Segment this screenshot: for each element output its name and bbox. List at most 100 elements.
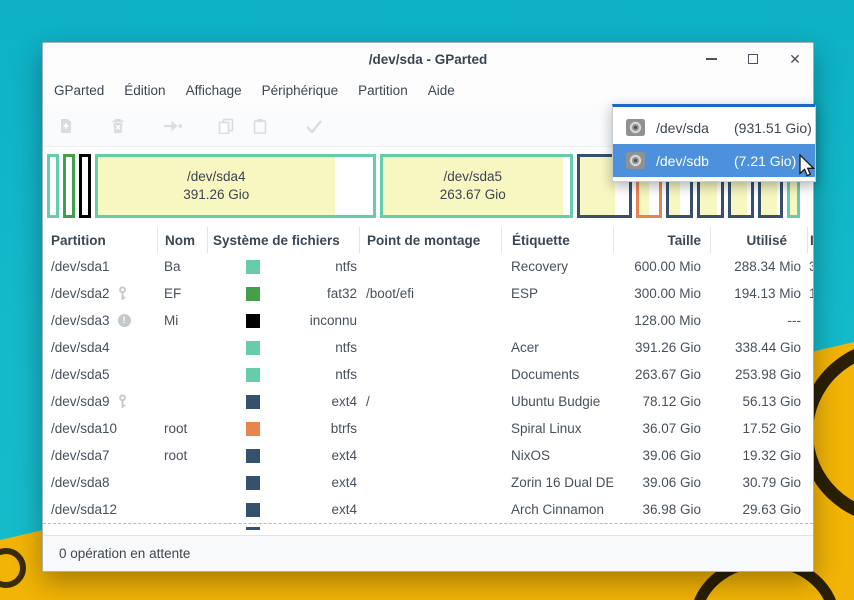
fs-type: inconnu bbox=[260, 313, 359, 328]
partition-block[interactable] bbox=[47, 154, 59, 218]
partition-label: NixOS bbox=[501, 442, 613, 469]
col-taille[interactable]: Taille bbox=[613, 227, 710, 253]
minimize-button[interactable] bbox=[703, 51, 719, 67]
menu-aide[interactable]: Aide bbox=[418, 78, 465, 103]
partition-block-name: /dev/sda4 bbox=[187, 168, 246, 186]
partition-label: Acer bbox=[501, 334, 613, 361]
col-inutilise[interactable]: Inutilisé bbox=[807, 227, 814, 253]
partition-block[interactable]: /dev/sda4 391.26 Gio bbox=[95, 154, 376, 218]
partition-unused bbox=[807, 496, 813, 523]
titlebar[interactable]: /dev/sda - GParted ✕ bbox=[43, 43, 813, 75]
delete-partition-button[interactable] bbox=[105, 113, 131, 139]
resize-move-icon bbox=[162, 118, 183, 134]
col-etiquette[interactable]: Étiquette bbox=[501, 227, 613, 253]
menu-gparted[interactable]: GParted bbox=[44, 78, 114, 103]
partition-block-name: /dev/sda5 bbox=[443, 168, 502, 186]
statusbar: 0 opération en attente bbox=[43, 535, 813, 571]
row-state-icon: ! bbox=[118, 314, 131, 327]
partition-free-space bbox=[335, 157, 374, 215]
copy-button[interactable] bbox=[213, 113, 239, 139]
partition-block-size: 263.67 Gio bbox=[440, 186, 506, 204]
table-row[interactable]: /dev/sda8 ext4 Zorin 16 Dual DE 39.06 Gi… bbox=[43, 469, 813, 496]
table-row[interactable]: /dev/sda3! Mi inconnu 128.00 Mio --- bbox=[43, 307, 813, 334]
mouse-cursor bbox=[796, 154, 818, 178]
col-point-montage[interactable]: Point de montage bbox=[359, 227, 501, 253]
partition-block[interactable]: /dev/sda5 263.67 Gio bbox=[380, 154, 573, 218]
apply-operations-button[interactable] bbox=[301, 113, 327, 139]
resize-move-button[interactable] bbox=[159, 113, 185, 139]
menu-peripherique[interactable]: Périphérique bbox=[252, 78, 349, 103]
row-state-icon bbox=[118, 286, 127, 301]
partition-block[interactable] bbox=[79, 154, 91, 218]
minimize-icon bbox=[706, 58, 717, 60]
window-controls: ✕ bbox=[703, 43, 803, 75]
table-row[interactable]: /dev/sda5 ntfs Documents 263.67 Gio 253.… bbox=[43, 361, 813, 388]
harddisk-icon bbox=[625, 117, 646, 138]
col-utilise[interactable]: Utilisé bbox=[710, 227, 807, 253]
close-button[interactable]: ✕ bbox=[787, 51, 803, 67]
menu-partition[interactable]: Partition bbox=[348, 78, 418, 103]
maximize-button[interactable] bbox=[745, 51, 761, 67]
partition-nom bbox=[157, 469, 207, 496]
partition-used: 253.98 Gio bbox=[710, 361, 807, 388]
table-row[interactable]: /dev/sda12 ext4 Arch Cinnamon 36.98 Gio … bbox=[43, 496, 813, 523]
partition-nom: root bbox=[157, 442, 207, 469]
table-row[interactable]: /dev/sda7 root ext4 NixOS 39.06 Gio 19.3… bbox=[43, 442, 813, 469]
partition-name: /dev/sda1 bbox=[51, 259, 110, 274]
partition-nom bbox=[157, 334, 207, 361]
mount-point: / bbox=[359, 388, 501, 415]
fs-color-swatch bbox=[246, 341, 260, 355]
key-icon bbox=[118, 286, 127, 301]
fs-type: fat32 bbox=[260, 286, 359, 301]
partition-nom bbox=[157, 361, 207, 388]
device-size: (931.51 Gio) bbox=[734, 120, 815, 136]
col-nom[interactable]: Nom bbox=[157, 227, 207, 253]
partition-free-space bbox=[50, 157, 56, 215]
partition-size: 36.07 Gio bbox=[613, 415, 710, 442]
table-row[interactable]: /dev/sda4 ntfs Acer 391.26 Gio 338.44 Gi… bbox=[43, 334, 813, 361]
fs-color-swatch bbox=[246, 476, 260, 490]
partition-size: 263.67 Gio bbox=[613, 361, 710, 388]
fs-color-swatch bbox=[246, 503, 260, 517]
partition-block[interactable] bbox=[63, 154, 75, 218]
partition-used: 56.13 Gio bbox=[710, 388, 807, 415]
partition-block-size: 391.26 Gio bbox=[183, 186, 249, 204]
menu-edition[interactable]: Édition bbox=[114, 78, 175, 103]
partition-label: Documents bbox=[501, 361, 613, 388]
table-row[interactable]: /dev/sda1 Ba ntfs Recovery 600.00 Mio 28… bbox=[43, 253, 813, 280]
fs-color-swatch bbox=[246, 395, 260, 409]
mount-point bbox=[359, 469, 501, 496]
partition-used-space: /dev/sda4 391.26 Gio bbox=[98, 157, 335, 215]
new-partition-button[interactable] bbox=[53, 113, 79, 139]
partition-name: /dev/sda12 bbox=[51, 502, 117, 517]
col-partition[interactable]: Partition bbox=[43, 227, 157, 253]
device-menu-item[interactable]: /dev/sdb (7.21 Gio) bbox=[613, 144, 815, 177]
table-row[interactable]: /dev/sda9 ext4 / Ubuntu Budgie 78.12 Gio… bbox=[43, 388, 813, 415]
partition-nom: Ba bbox=[157, 253, 207, 280]
partial-table-row[interactable] bbox=[43, 523, 813, 530]
partition-name: /dev/sda8 bbox=[51, 475, 110, 490]
mount-point bbox=[359, 253, 501, 280]
fs-color-swatch bbox=[246, 449, 260, 463]
partition-name: /dev/sda4 bbox=[51, 340, 110, 355]
copy-icon bbox=[218, 118, 234, 134]
harddisk-icon bbox=[625, 150, 646, 171]
partition-nom: Mi bbox=[157, 307, 207, 334]
partition-used-space bbox=[580, 157, 615, 215]
partition-nom bbox=[157, 388, 207, 415]
col-systeme-fichiers[interactable]: Système de fichiers bbox=[207, 227, 359, 253]
partition-used: 338.44 Gio bbox=[710, 334, 807, 361]
partition-used: 29.63 Gio bbox=[710, 496, 807, 523]
partition-unused bbox=[807, 361, 813, 388]
menu-affichage[interactable]: Affichage bbox=[176, 78, 252, 103]
fs-type: ext4 bbox=[260, 475, 359, 490]
delete-partition-icon bbox=[110, 118, 126, 134]
mount-point: /boot/efi bbox=[359, 280, 501, 307]
close-icon: ✕ bbox=[789, 52, 801, 66]
paste-button[interactable] bbox=[247, 113, 273, 139]
table-row[interactable]: /dev/sda2 EF fat32 /boot/efi ESP 300.00 … bbox=[43, 280, 813, 307]
partition-unused bbox=[807, 307, 813, 334]
table-row[interactable]: /dev/sda10 root btrfs Spiral Linux 36.07… bbox=[43, 415, 813, 442]
partition-used: --- bbox=[710, 307, 807, 334]
device-menu-item[interactable]: /dev/sda (931.51 Gio) bbox=[613, 111, 815, 144]
